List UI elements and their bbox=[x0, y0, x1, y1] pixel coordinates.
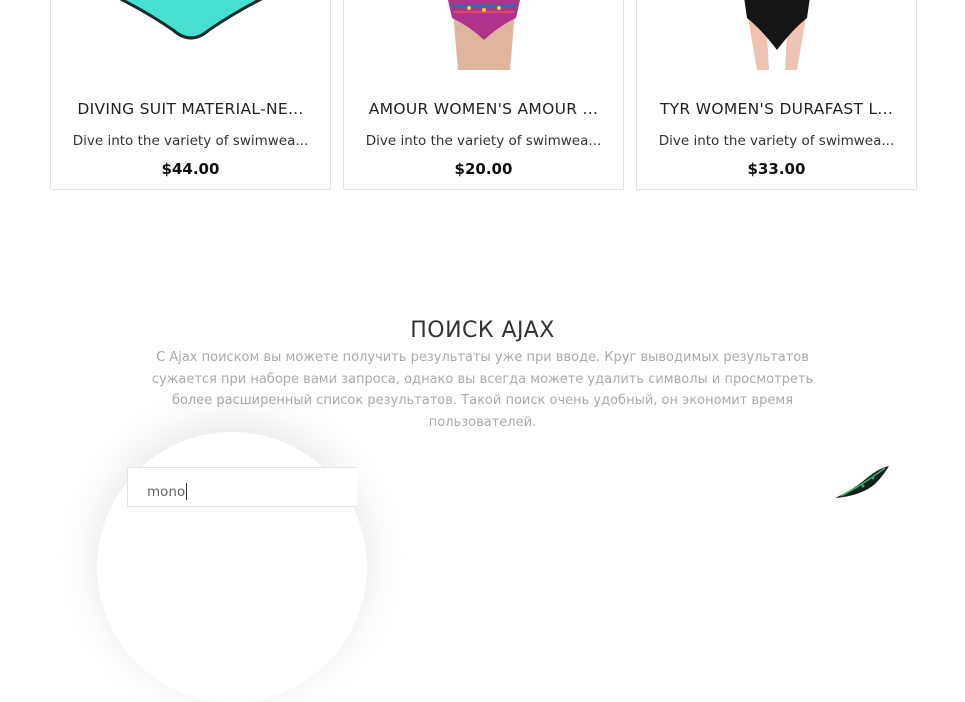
product-grid: DIVING SUIT MATERIAL-NE... Dive into the… bbox=[0, 0, 965, 200]
product-title[interactable]: AMOUR WOMEN'S AMOUR ... bbox=[354, 100, 613, 118]
text-caret bbox=[186, 483, 187, 500]
product-description: Dive into the variety of swimwea... bbox=[658, 133, 895, 149]
product-image[interactable] bbox=[51, 0, 330, 70]
patterned-bikini-bottom-icon bbox=[447, 0, 520, 70]
product-image[interactable] bbox=[344, 0, 623, 70]
leaf-icon bbox=[835, 466, 889, 498]
product-description: Dive into the variety of swimwea... bbox=[365, 133, 602, 149]
product-card[interactable]: AMOUR WOMEN'S AMOUR ... Dive into the va… bbox=[343, 0, 624, 190]
teal-bikini-bottom-icon bbox=[118, 0, 263, 40]
product-card[interactable]: DIVING SUIT MATERIAL-NE... Dive into the… bbox=[50, 0, 331, 190]
section-title: ПОИСК AJAX bbox=[410, 318, 555, 344]
product-title[interactable]: TYR WOMEN'S DURAFAST L... bbox=[647, 100, 906, 118]
section-description: С Ajax поиском вы можете получить резуль… bbox=[151, 350, 814, 430]
product-price: $20.00 bbox=[454, 160, 513, 178]
product-price: $44.00 bbox=[161, 160, 220, 178]
product-image[interactable] bbox=[637, 0, 916, 70]
product-description: Dive into the variety of swimwea... bbox=[72, 133, 309, 149]
product-card[interactable]: TYR WOMEN'S DURAFAST L... Dive into the … bbox=[636, 0, 917, 190]
product-price: $33.00 bbox=[747, 160, 806, 178]
black-swimsuit-icon bbox=[743, 0, 810, 70]
product-title[interactable]: DIVING SUIT MATERIAL-NE... bbox=[61, 100, 320, 118]
